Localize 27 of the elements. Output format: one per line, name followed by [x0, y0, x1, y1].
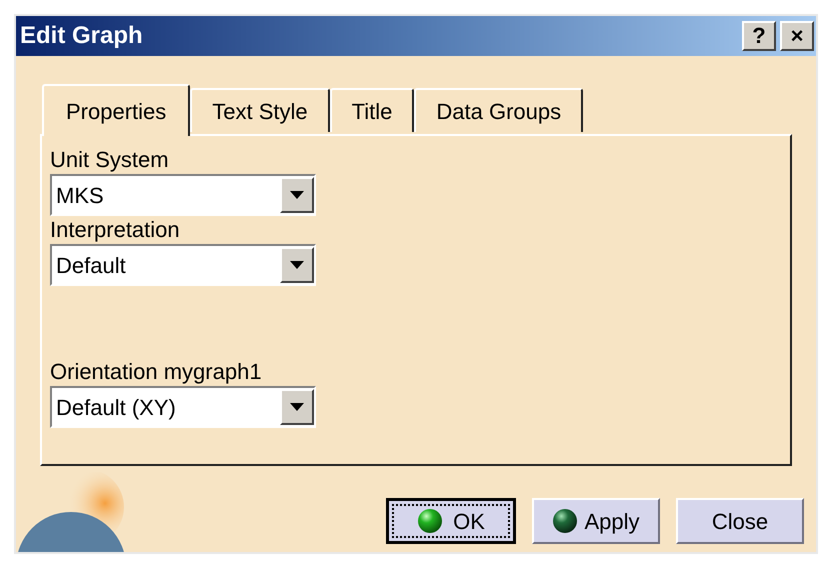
sphere-icon: [552, 508, 578, 534]
caret-icon: [290, 403, 304, 411]
dropdown[interactable]: MKS: [50, 174, 316, 216]
dropdown-value: Default: [55, 252, 127, 280]
field-label: Unit System: [50, 146, 170, 174]
dropdown-arrow-button[interactable]: [280, 389, 314, 425]
dropdown-arrow-button[interactable]: [280, 247, 314, 283]
dropdown[interactable]: Default: [50, 244, 316, 286]
tab[interactable]: Properties: [42, 84, 190, 136]
help-button[interactable]: ?: [742, 21, 776, 51]
caret-icon: [290, 191, 304, 199]
dialog-button[interactable]: Close: [676, 498, 804, 544]
caret-icon: [290, 261, 304, 269]
tab[interactable]: Text Style: [190, 88, 330, 132]
sphere-icon: [417, 508, 444, 534]
window-title: Edit Graph: [20, 21, 143, 51]
dropdown-value: MKS: [55, 182, 105, 210]
dialog-button[interactable]: Apply: [532, 498, 660, 544]
field-label: Orientation mygraph1: [50, 358, 263, 386]
dropdown-arrow-button[interactable]: [280, 177, 314, 213]
field-label: Interpretation: [50, 216, 181, 244]
dropdown[interactable]: Default (XY): [50, 386, 316, 428]
dialog-button[interactable]: OK: [386, 498, 516, 544]
dropdown-value: Default (XY): [55, 394, 177, 422]
close-button[interactable]: ×: [780, 21, 814, 51]
tab[interactable]: Title: [330, 88, 414, 132]
tab[interactable]: Data Groups: [414, 88, 584, 132]
